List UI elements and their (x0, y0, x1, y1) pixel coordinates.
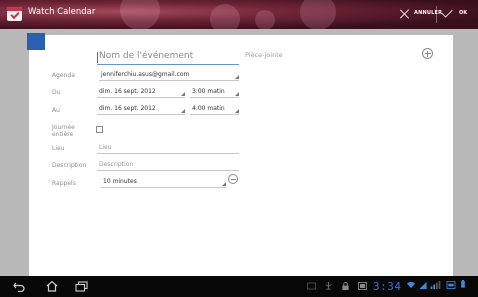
dropdown-arrow-icon (235, 75, 239, 79)
description-input[interactable] (97, 159, 241, 170)
to-date-spinner[interactable]: dim. 16 sept. 2012 (97, 103, 185, 115)
description-field[interactable] (97, 159, 241, 171)
notification-icon (446, 281, 456, 289)
status-clock: 3:34 (373, 280, 402, 293)
wifi-icon (407, 282, 415, 289)
from-time-value: 3:00 matin (192, 88, 225, 95)
background-bokeh (255, 10, 275, 29)
to-time-spinner[interactable]: 4:00 matin (190, 103, 239, 115)
usb-icon (325, 282, 332, 290)
back-icon[interactable] (13, 281, 25, 292)
text-cursor (97, 52, 98, 63)
reminders-label: Rappels (52, 180, 76, 187)
battery-icon (461, 280, 465, 288)
background-bokeh (300, 0, 336, 29)
action-bar: Watch Calendar ANNULER OK (0, 0, 478, 29)
agenda-label: Agenda (52, 72, 75, 79)
screenshot-icon (358, 282, 367, 290)
cancel-button[interactable]: ANNULER (414, 10, 442, 16)
background-bokeh (210, 4, 240, 29)
all-day-label-line1: Journée (52, 124, 75, 131)
background-bokeh (120, 0, 160, 29)
to-date-value: dim. 16 sept. 2012 (99, 105, 156, 112)
dropdown-arrow-icon (181, 109, 185, 113)
from-date-spinner[interactable]: dim. 16 sept. 2012 (97, 86, 185, 98)
all-day-label: Journée entière (52, 124, 75, 138)
remove-reminder-icon[interactable] (228, 174, 238, 184)
description-label: Description (52, 162, 87, 169)
calendar-color-chip (27, 33, 45, 50)
reminder-value: 10 minutes (103, 178, 137, 185)
signal-icon (419, 281, 427, 289)
from-time-spinner[interactable]: 3:00 matin (190, 86, 239, 98)
ok-button[interactable]: OK (459, 10, 467, 16)
to-label: Au (52, 107, 60, 114)
lock-icon (342, 282, 349, 290)
location-label: Lieu (52, 145, 65, 152)
event-form-panel (29, 35, 453, 276)
check-icon[interactable] (441, 6, 453, 18)
app-title: Watch Calendar (28, 7, 96, 17)
dropdown-arrow-icon (235, 92, 239, 96)
to-time-value: 4:00 matin (192, 105, 225, 112)
dropdown-arrow-icon (235, 109, 239, 113)
close-icon[interactable] (400, 9, 410, 19)
location-input[interactable] (97, 142, 241, 153)
from-label: Du (52, 89, 61, 96)
reminder-spinner[interactable]: 10 minutes (101, 176, 226, 188)
event-title-field[interactable]: Nom de l'événement (97, 51, 239, 65)
add-attachment-icon[interactable] (422, 48, 433, 59)
data-signal-icon (430, 281, 441, 289)
agenda-spinner[interactable]: jenniferchiu.asus@gmail.com (99, 69, 239, 81)
action-divider (436, 6, 437, 23)
dropdown-arrow-icon (181, 92, 185, 96)
recent-apps-icon[interactable] (75, 281, 88, 292)
dropdown-arrow-icon (222, 182, 226, 186)
home-icon[interactable] (46, 280, 58, 292)
location-field[interactable] (97, 142, 241, 154)
all-day-checkbox[interactable] (96, 126, 103, 133)
calendar-app-icon[interactable] (7, 7, 22, 21)
attachment-label: Pièce-jointe (245, 51, 283, 59)
event-title-placeholder: Nom de l'événement (99, 51, 194, 61)
system-bar: 3:34 (0, 276, 478, 297)
keyboard-icon (307, 282, 316, 290)
all-day-label-line2: entière (52, 131, 74, 138)
agenda-value: jenniferchiu.asus@gmail.com (101, 71, 190, 78)
from-date-value: dim. 16 sept. 2012 (99, 88, 156, 95)
